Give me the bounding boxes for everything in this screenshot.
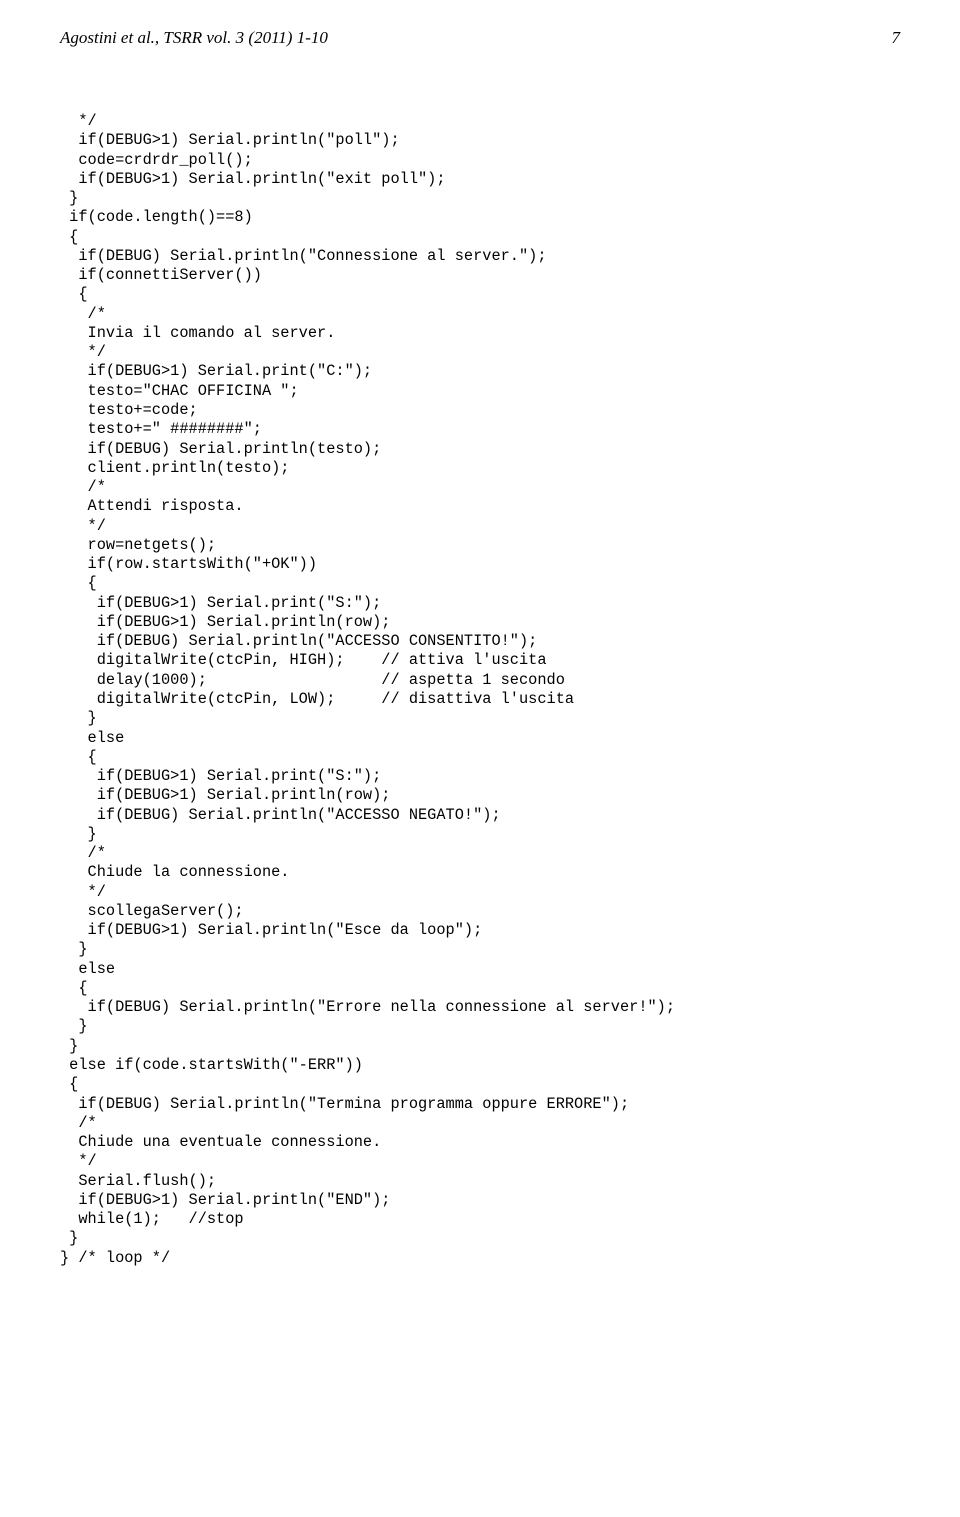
source-code-listing: */ if(DEBUG>1) Serial.println("poll"); c…: [60, 112, 900, 1268]
running-header: Agostini et al., TSRR vol. 3 (2011) 1-10…: [60, 28, 900, 48]
page-content: Agostini et al., TSRR vol. 3 (2011) 1-10…: [0, 0, 960, 1328]
header-left: Agostini et al., TSRR vol. 3 (2011) 1-10: [60, 28, 328, 48]
page-number: 7: [892, 28, 901, 48]
